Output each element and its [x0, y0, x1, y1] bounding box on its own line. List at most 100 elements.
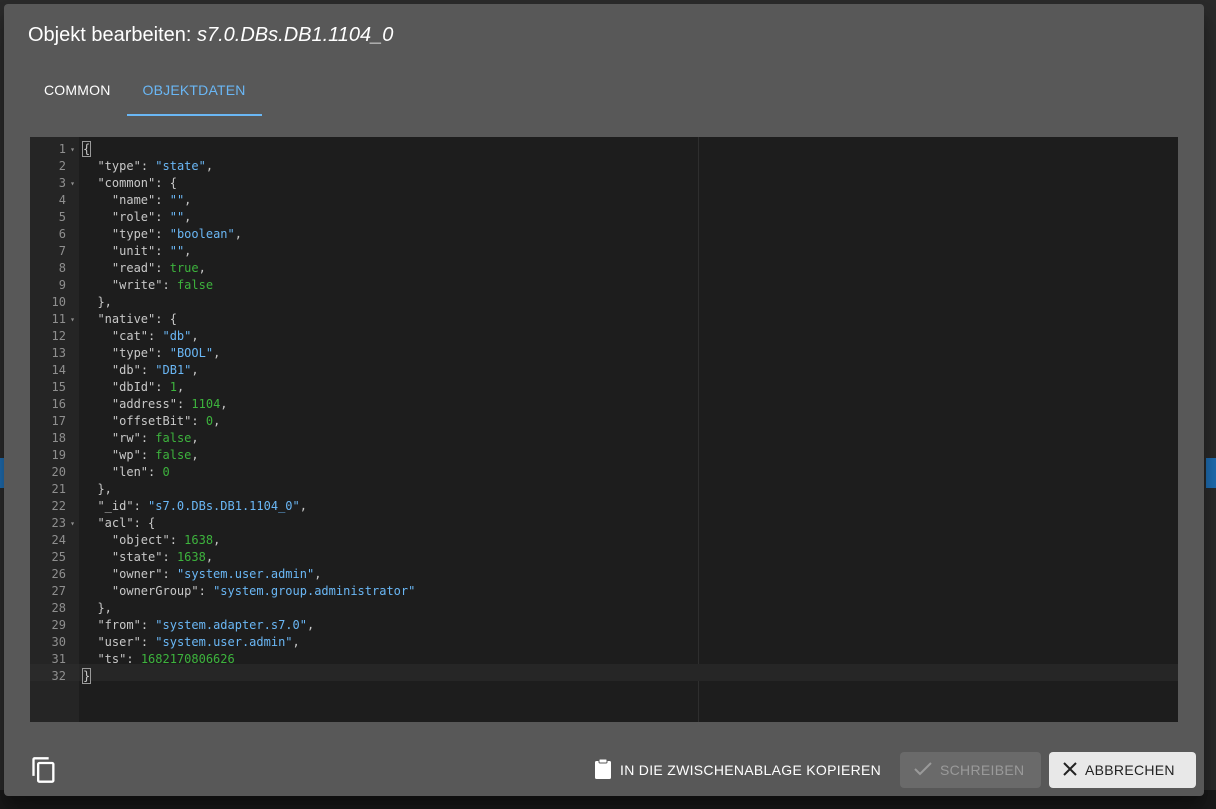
code-line[interactable]: 20 "len": 0	[30, 464, 170, 481]
tab-common[interactable]: COMMON	[28, 72, 127, 116]
code-line[interactable]: 1 ▾{	[30, 141, 92, 158]
punct-token	[83, 346, 112, 360]
line-number: 17	[51, 414, 66, 428]
code-line[interactable]: 25 "state": 1638,	[30, 549, 214, 566]
code-line[interactable]: 11 ▾ "native": {	[30, 311, 177, 328]
key-token: "ownerGroup"	[111, 584, 199, 598]
code-line[interactable]: 29 "from": "system.adapter.s7.0",	[30, 617, 315, 634]
cancel-button[interactable]: ABBRECHEN	[1049, 752, 1196, 788]
code-text: "object": 1638,	[83, 532, 220, 549]
punct-token: },	[83, 295, 112, 309]
code-line[interactable]: 12 "cat": "db",	[30, 328, 199, 345]
dialog-tabs: COMMON OBJEKTDATEN	[28, 72, 262, 116]
punct-token	[83, 261, 112, 275]
code-line[interactable]: 17 "offsetBit": 0,	[30, 413, 221, 430]
line-number: 1	[58, 142, 66, 156]
code-text: "dbId": 1,	[83, 379, 184, 396]
code-line[interactable]: 3 ▾ "common": {	[30, 175, 177, 192]
punct-token	[83, 176, 97, 190]
code-line[interactable]: 8 "read": true,	[30, 260, 206, 277]
code-line[interactable]: 31 "ts": 1682170806626	[30, 651, 235, 668]
code-text: "unit": "",	[83, 243, 192, 260]
punct-token: :	[191, 414, 206, 428]
code-line[interactable]: 18 "rw": false,	[30, 430, 199, 447]
key-token: "name"	[111, 193, 156, 207]
code-line[interactable]: 19 "wp": false,	[30, 447, 199, 464]
punct-token: :	[169, 533, 185, 547]
clipboard-icon	[594, 758, 612, 783]
json-code-editor[interactable]: 1 ▾{2 "type": "state", 3 ▾ "common": {4 "na…	[30, 137, 1178, 722]
line-number: 29	[51, 618, 66, 632]
key-token: "dbId"	[111, 380, 156, 394]
punct-token: {	[81, 141, 92, 157]
fold-toggle-icon[interactable]: ▾	[66, 311, 79, 328]
key-token: "unit"	[111, 244, 156, 258]
code-line[interactable]: 26 "owner": "system.user.admin",	[30, 566, 322, 583]
punct-token: },	[83, 482, 112, 496]
code-line[interactable]: 23 ▾ "acl": {	[30, 515, 156, 532]
punct-token: ,	[306, 618, 315, 632]
punct-token: ,	[213, 414, 221, 428]
tab-objektdaten[interactable]: OBJEKTDATEN	[126, 72, 262, 116]
code-line[interactable]: 24 "object": 1638,	[30, 532, 221, 549]
close-icon	[1063, 761, 1077, 779]
code-line[interactable]: 14 "db": "DB1",	[30, 362, 199, 379]
punct-token: :	[162, 567, 177, 581]
line-number: 6	[58, 227, 66, 241]
code-text: "offsetBit": 0,	[83, 413, 220, 430]
literal-token: true	[169, 261, 199, 275]
code-line[interactable]: 22 "_id": "s7.0.DBs.DB1.1104_0",	[30, 498, 307, 515]
code-line[interactable]: 27 "ownerGroup": "system.group.administr…	[30, 583, 416, 600]
copy-to-clipboard-button[interactable]: IN DIE ZWISCHENABLAGE KOPIEREN	[586, 752, 889, 788]
key-token: "from"	[97, 618, 141, 632]
line-number: 13	[51, 346, 66, 360]
punct-token: :	[162, 550, 177, 564]
code-line[interactable]: 4 "name": "",	[30, 192, 192, 209]
code-text: "db": "DB1",	[83, 362, 199, 379]
literal-token: 1	[169, 380, 177, 394]
punct-token	[83, 652, 97, 666]
code-line[interactable]: 2 "type": "state",	[30, 158, 213, 175]
line-number: 10	[51, 295, 66, 309]
dialog-title-object-id: s7.0.DBs.DB1.1104_0	[197, 24, 394, 46]
punct-token	[83, 397, 112, 411]
code-line[interactable]: 30 "user": "system.user.admin",	[30, 634, 300, 651]
key-token: "user"	[97, 635, 141, 649]
code-line[interactable]: 6 "type": "boolean",	[30, 226, 242, 243]
code-text: }	[81, 668, 92, 685]
code-line[interactable]: 9 "write": false	[30, 277, 213, 294]
line-number: 11	[51, 312, 66, 326]
code-text: "from": "system.adapter.s7.0",	[83, 617, 314, 634]
fold-toggle-icon[interactable]: ▾	[66, 141, 79, 158]
code-line[interactable]: 21 },	[30, 481, 112, 498]
code-line[interactable]: 13 "type": "BOOL",	[30, 345, 221, 362]
fold-toggle-icon[interactable]: ▾	[66, 175, 79, 192]
punct-token	[83, 227, 112, 241]
punct-token: :	[140, 363, 156, 377]
punct-token: ,	[191, 363, 199, 377]
code-line[interactable]: 7 "unit": "",	[30, 243, 192, 260]
punct-token: :	[140, 159, 156, 173]
punct-token: :	[140, 635, 156, 649]
code-line[interactable]: 5 "role": "",	[30, 209, 192, 226]
code-line[interactable]: 28 },	[30, 600, 112, 617]
code-text: "acl": {	[83, 515, 155, 532]
punct-token	[83, 193, 112, 207]
line-number: 18	[51, 431, 66, 445]
code-line[interactable]: 32}	[30, 668, 92, 685]
write-button[interactable]: SCHREIBEN	[900, 752, 1041, 788]
fold-toggle-icon[interactable]: ▾	[66, 515, 79, 532]
line-number: 8	[58, 261, 66, 275]
code-text: "name": "",	[83, 192, 192, 209]
line-number: 16	[51, 397, 66, 411]
code-line[interactable]: 16 "address": 1104,	[30, 396, 228, 413]
key-token: "read"	[111, 261, 156, 275]
key-token: "cat"	[111, 329, 149, 343]
copy-icon[interactable]	[30, 756, 58, 784]
code-line[interactable]: 15 "dbId": 1,	[30, 379, 185, 396]
punct-token: :	[162, 278, 177, 292]
line-number: 19	[51, 448, 66, 462]
string-token: "DB1"	[155, 363, 192, 377]
punct-token	[83, 550, 112, 564]
code-line[interactable]: 10 },	[30, 294, 112, 311]
